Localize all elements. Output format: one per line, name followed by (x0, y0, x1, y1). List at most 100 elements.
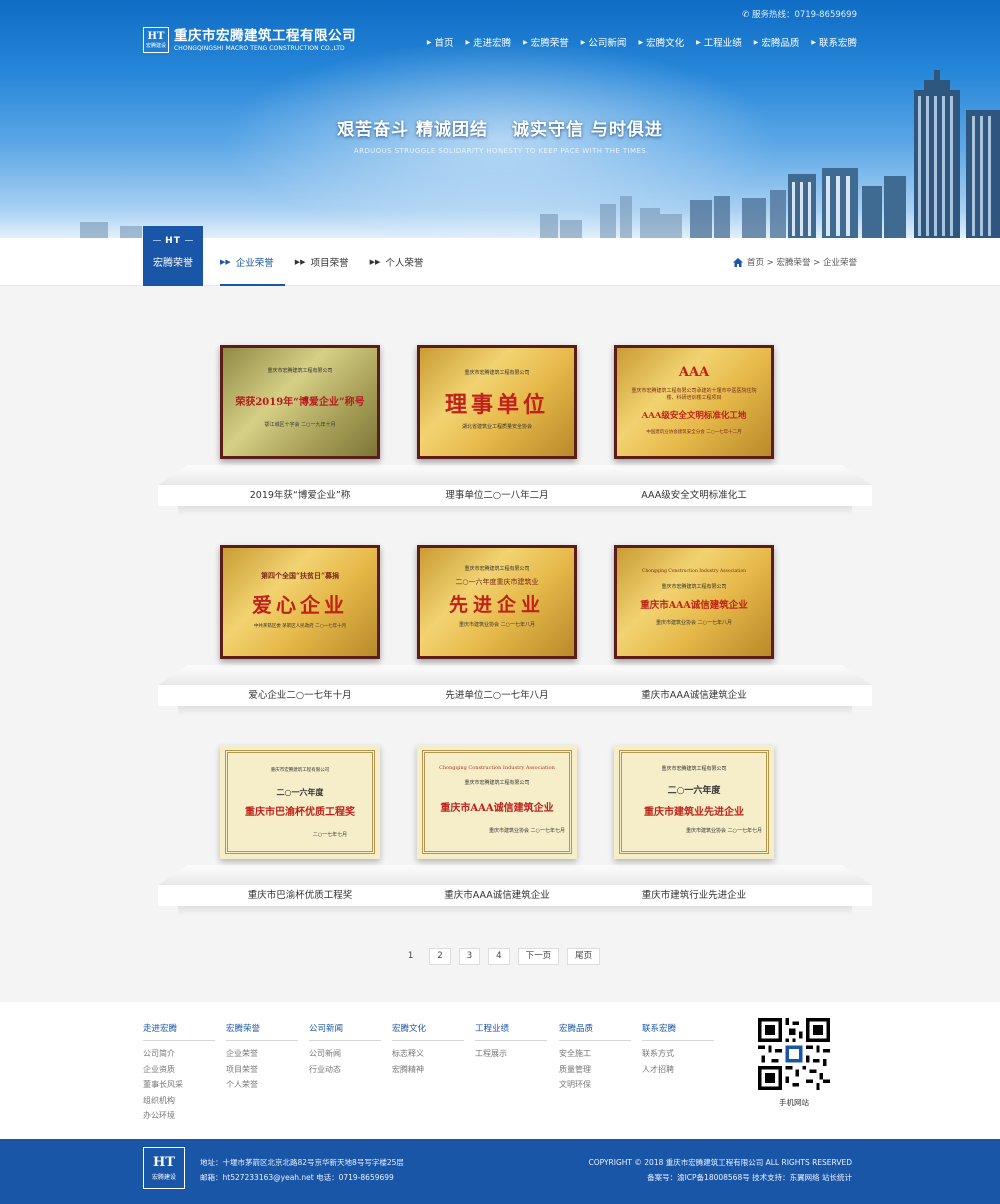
footer-column-title[interactable]: 宏腾文化 (392, 1022, 464, 1041)
footer-column-title[interactable]: 联系宏腾 (642, 1022, 714, 1041)
company-name-en: CHONGQINGSHI MACRO TENG CONSTRUCTION CO.… (174, 44, 345, 52)
nav-arrow-icon: ▶ (638, 38, 644, 46)
nav-item-news[interactable]: ▶ 公司新闻 (581, 35, 627, 49)
footer-address-block: 地址：十堰市茅箭区北京北路82号京华新天地8号写字楼25层 邮箱：ht52723… (200, 1155, 404, 1185)
service-hotline: ✆ 服务热线：0719-8659699 (742, 10, 857, 20)
honor-certificate[interactable]: 重庆市宏腾建筑工程有限公司 二○一六年度 重庆市建筑业先进企业 重庆市建筑业协会… (614, 745, 774, 859)
footer-link[interactable]: 人才招聘 (642, 1062, 714, 1078)
nav-item-about[interactable]: ▶ 走进宏腾 (466, 35, 512, 49)
footer-copyright-block: COPYRIGHT © 2018 重庆市宏腾建筑工程有限公司 ALL RIGHT… (588, 1155, 852, 1185)
qr-caption: 手机网站 (779, 1098, 809, 1107)
nav-arrow-icon: ▶ (426, 38, 432, 46)
footer-link[interactable]: 公司新闻 (309, 1046, 381, 1062)
nav-item-contact[interactable]: ▶ 联系宏腾 (811, 35, 857, 49)
page-4-link[interactable]: 4 (488, 948, 510, 965)
section-badge: HT 宏腾荣誉 (143, 226, 203, 286)
footer-column-title[interactable]: 工程业绩 (475, 1022, 547, 1041)
honor-certificate[interactable]: Chongqing Construction Industry Associat… (614, 545, 774, 659)
footer-bottom-bar: HT 宏腾建设 地址：十堰市茅箭区北京北路82号京华新天地8号写字楼25层 邮箱… (0, 1139, 1000, 1204)
section-tabs: ▶▶ 企业荣誉 ▶▶ 项目荣誉 ▶▶ 个人荣誉 (220, 238, 444, 286)
honor-caption[interactable]: 重庆市建筑行业先进企业 (614, 885, 774, 906)
nav-arrow-icon: ▶ (696, 38, 701, 46)
section-subnav: HT 宏腾荣誉 ▶▶ 企业荣誉 ▶▶ 项目荣誉 ▶▶ 个人荣誉 首页 > 宏腾荣誉 >… (0, 226, 1000, 286)
footer-column-title[interactable]: 走进宏腾 (143, 1022, 215, 1041)
footer-link[interactable]: 安全施工 (559, 1046, 631, 1062)
nav-arrow-icon: ▶ (580, 38, 586, 46)
copyright-text: COPYRIGHT © 2018 重庆市宏腾建筑工程有限公司 ALL RIGHT… (588, 1158, 852, 1167)
footer-link[interactable]: 企业资质 (143, 1062, 215, 1078)
honor-caption[interactable]: 爱心企业二○一七年十月 (220, 685, 380, 706)
tab-personal-honors[interactable]: ▶▶ 个人荣誉 (370, 238, 435, 286)
slogan-part-2: 诚实守信 与时俱进 (512, 120, 663, 140)
hero-banner: ✆ 服务热线：0719-8659699 HT 宏腾建设 重庆市宏腾建筑工程有限公司… (0, 0, 1000, 238)
icp-text[interactable]: 备案号：渝ICP备18008568号 技术支持：东翼网络 站长统计 (588, 1170, 852, 1185)
home-icon (732, 257, 743, 267)
company-name: 重庆市宏腾建筑工程有限公司 (174, 27, 356, 44)
main-nav: ▶ 首页 ▶ 走进宏腾 ▶ 宏腾荣誉 ▶ 公司新闻 ▶ 宏腾文化 ▶ 工程业绩 ▶ 宏腾品质 … (415, 35, 857, 49)
footer-link[interactable]: 组织机构 (143, 1093, 215, 1109)
footer-address: 地址：十堰市茅箭区北京北路82号京华新天地8号写字楼25层 (200, 1158, 404, 1167)
pagination: 1 2 3 4 下一页 尾页 (0, 948, 1000, 965)
footer-link[interactable]: 董事长风采 (143, 1077, 215, 1093)
nav-item-honors[interactable]: ▶ 宏腾荣誉 (523, 35, 569, 49)
nav-arrow-icon: ▶ (753, 38, 759, 46)
nav-arrow-icon: ▶ (465, 38, 471, 46)
tab-project-honors[interactable]: ▶▶ 项目荣誉 (295, 238, 360, 286)
page-3-link[interactable]: 3 (458, 948, 481, 965)
honor-caption[interactable]: 先进单位二○一七年八月 (417, 685, 577, 706)
nav-item-home[interactable]: ▶ 首页 (427, 35, 454, 49)
double-arrow-icon: ▶▶ (294, 258, 306, 266)
honor-certificate[interactable]: 重庆市宏腾建筑工程有限公司 荣获2019年“博爱企业”称号 鄂江城区十字会 二○… (220, 345, 380, 459)
footer-column: 宏腾文化 标志释义 宏腾精神 (392, 1022, 464, 1077)
footer-links: 走进宏腾 公司简介 企业资质 董事长风采 组织机构 办公环境 宏腾荣誉 企业荣誉… (0, 1002, 1000, 1139)
footer-link[interactable]: 工程展示 (475, 1046, 547, 1062)
footer-link[interactable]: 项目荣誉 (226, 1062, 298, 1078)
qr-code-icon (758, 1018, 830, 1090)
nav-item-projects[interactable]: ▶ 工程业绩 (696, 35, 742, 49)
honor-certificate[interactable]: 重庆市宏腾建筑工程有限公司 理事单位 湖北省建筑业工程质量安全协会 (417, 345, 577, 459)
footer-link[interactable]: 文明环保 (559, 1077, 631, 1093)
honor-shelf-row-3: 重庆市宏腾建筑工程有限公司 二○一六年度 重庆市巴渝杯优质工程奖 二○一七年七月… (158, 745, 872, 925)
honor-shelf-row-2: 第四个全国“扶贫日”募捐 爱心企业 中共茅箭区委 茅箭区人民政府 二○一七年十月… (158, 545, 872, 725)
page-2-link[interactable]: 2 (429, 948, 451, 965)
footer-link[interactable]: 办公环境 (143, 1108, 215, 1124)
honor-shelf-row-1: 重庆市宏腾建筑工程有限公司 荣获2019年“博爱企业”称号 鄂江城区十字会 二○… (158, 345, 872, 525)
footer-column-title[interactable]: 公司新闻 (309, 1022, 381, 1041)
honor-certificate[interactable]: AAA 重庆市宏腾建筑工程有限公司承建的十堰市中医医院住院楼、科研培训楼工程项目… (614, 345, 774, 459)
nav-item-quality[interactable]: ▶ 宏腾品质 (754, 35, 800, 49)
footer-link[interactable]: 企业荣誉 (226, 1046, 298, 1062)
footer-link[interactable]: 行业动态 (309, 1062, 381, 1078)
footer-link[interactable]: 个人荣誉 (226, 1077, 298, 1093)
footer-link[interactable]: 公司简介 (143, 1046, 215, 1062)
last-page-button[interactable]: 尾页 (567, 948, 601, 965)
nav-arrow-icon: ▶ (523, 38, 528, 46)
footer-link[interactable]: 联系方式 (642, 1046, 714, 1062)
footer-link[interactable]: 标志释义 (392, 1046, 464, 1062)
page-1-current: 1 (407, 951, 414, 961)
honor-certificate[interactable]: 第四个全国“扶贫日”募捐 爱心企业 中共茅箭区委 茅箭区人民政府 二○一七年十月 (220, 545, 380, 659)
next-page-button[interactable]: 下一页 (517, 948, 560, 965)
slogan-en: ARDUOUS STRUGGLE SOLIDARITY HONESTY TO K… (353, 147, 647, 155)
footer-column-title[interactable]: 宏腾品质 (559, 1022, 631, 1041)
honor-certificate[interactable]: 重庆市宏腾建筑工程有限公司 二○一六年度重庆市建筑业 先进企业 重庆市建筑业协会… (417, 545, 577, 659)
tab-enterprise-honors[interactable]: ▶▶ 企业荣誉 (220, 238, 285, 286)
section-title: 宏腾荣誉 (153, 258, 193, 269)
nav-arrow-icon: ▶ (811, 38, 816, 46)
footer-link[interactable]: 质量管理 (559, 1062, 631, 1078)
honor-certificate[interactable]: 重庆市宏腾建筑工程有限公司 二○一六年度 重庆市巴渝杯优质工程奖 二○一七年七月 (220, 745, 380, 859)
footer-column-title[interactable]: 宏腾荣誉 (226, 1022, 298, 1041)
logo-mark: HT 宏腾建设 (143, 27, 169, 53)
site-logo[interactable]: HT 宏腾建设 重庆市宏腾建筑工程有限公司 CHONGQINGSHI MACRO … (143, 27, 356, 53)
honor-caption[interactable]: 重庆市巴渝杯优质工程奖 (220, 885, 380, 906)
footer-column: 宏腾荣誉 企业荣誉 项目荣誉 个人荣誉 (226, 1022, 298, 1093)
nav-item-culture[interactable]: ▶ 宏腾文化 (638, 35, 684, 49)
footer-link[interactable]: 宏腾精神 (392, 1062, 464, 1078)
honor-caption[interactable]: 理事单位二○一八年二月 (417, 485, 577, 506)
breadcrumb[interactable]: 首页 > 宏腾荣誉 > 企业荣誉 (732, 256, 857, 268)
honor-caption[interactable]: 重庆市AAA诚信建筑企业 (614, 685, 774, 706)
honor-caption[interactable]: 重庆市AAA诚信建筑企业 (417, 885, 577, 906)
footer-column: 工程业绩 工程展示 (475, 1022, 547, 1062)
honor-caption[interactable]: AAA级安全文明标准化工 (614, 485, 774, 506)
honor-certificate[interactable]: Chongqing Construction Industry Associat… (417, 745, 577, 859)
honor-caption[interactable]: 2019年获“博爱企业”称 (220, 485, 380, 506)
